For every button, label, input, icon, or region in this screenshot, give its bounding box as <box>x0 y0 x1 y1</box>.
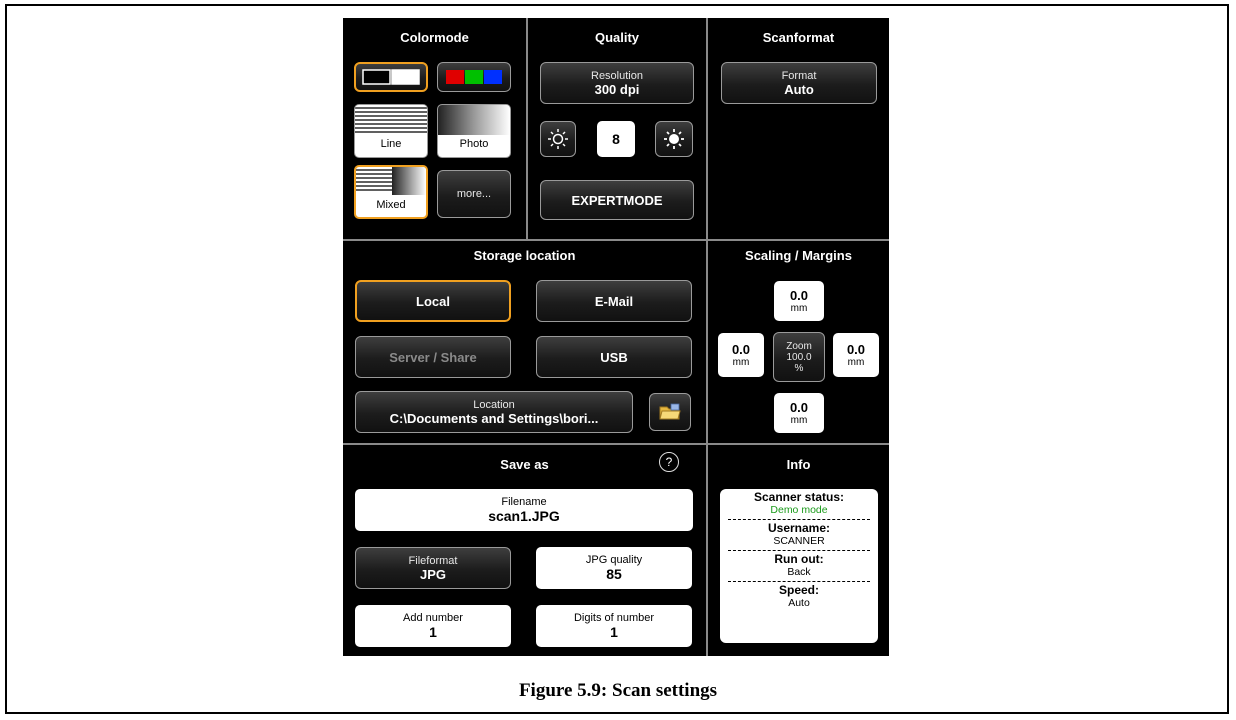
fileformat-button[interactable]: Fileformat JPG <box>355 547 511 589</box>
brightness-decrease-button[interactable] <box>540 121 576 157</box>
storage-local-button[interactable]: Local <box>355 280 511 322</box>
line-pattern-icon <box>355 105 427 135</box>
margin-bottom-value: 0.0 <box>789 400 809 415</box>
resolution-value: 300 dpi <box>594 81 640 97</box>
scanformat-title: Scanformat <box>762 30 835 45</box>
colormode-line-button[interactable]: Line <box>354 104 428 158</box>
margin-top-box[interactable]: 0.0 mm <box>774 281 824 321</box>
location-value: C:\Documents and Settings\bori... <box>389 410 599 426</box>
divider <box>343 443 889 445</box>
figure-caption: Figure 5.9: Scan settings <box>518 680 718 701</box>
expertmode-button[interactable]: EXPERTMODE <box>540 180 694 220</box>
info-separator <box>728 519 870 520</box>
location-label: Location <box>473 398 515 411</box>
storage-server-button[interactable]: Server / Share <box>355 336 511 378</box>
margin-left-box[interactable]: 0.0 mm <box>718 333 764 377</box>
filename-label: Filename <box>501 496 547 508</box>
margin-right-unit: mm <box>847 357 865 368</box>
resolution-label: Resolution <box>591 69 643 82</box>
filename-field[interactable]: Filename scan1.JPG <box>355 489 693 531</box>
sun-dim-icon <box>548 129 568 149</box>
storage-usb-button[interactable]: USB <box>536 336 692 378</box>
filename-value: scan1.JPG <box>488 508 560 524</box>
margin-left-unit: mm <box>732 357 750 368</box>
scaling-title: Scaling / Margins <box>745 248 852 263</box>
help-icon[interactable]: ? <box>659 452 679 472</box>
info-title: Info <box>786 457 811 472</box>
jpg-quality-field[interactable]: JPG quality 85 <box>536 547 692 589</box>
speed-value: Auto <box>788 597 810 609</box>
colormode-more-button[interactable]: more... <box>437 170 511 218</box>
jpg-quality-value: 85 <box>606 566 622 582</box>
colormode-color-button[interactable] <box>437 62 511 92</box>
quality-title: Quality <box>594 30 640 45</box>
storage-email-button[interactable]: E-Mail <box>536 280 692 322</box>
save-as-title: Save as <box>500 457 549 472</box>
more-label: more... <box>456 188 492 200</box>
photo-gradient-icon <box>438 105 510 135</box>
runout-value: Back <box>787 566 811 578</box>
line-label: Line <box>380 138 402 150</box>
divider <box>343 239 889 241</box>
margin-bottom-box[interactable]: 0.0 mm <box>774 393 824 433</box>
folder-icon <box>659 403 681 420</box>
rgb-swatch-icon <box>446 70 502 84</box>
margin-right-box[interactable]: 0.0 mm <box>833 333 879 377</box>
fileformat-label: Fileformat <box>408 554 458 567</box>
zoom-unit: % <box>794 362 804 374</box>
runout-label: Run out: <box>774 552 824 566</box>
colormode-bw-button[interactable] <box>354 62 428 92</box>
info-separator <box>728 550 870 551</box>
info-separator <box>728 581 870 582</box>
colormode-title: Colormode <box>400 30 469 45</box>
zoom-button[interactable]: Zoom 100.0 % <box>773 332 825 382</box>
storage-title: Storage location <box>473 248 576 263</box>
margin-left-value: 0.0 <box>731 342 751 357</box>
sun-bright-icon <box>664 129 684 149</box>
margin-top-value: 0.0 <box>789 288 809 303</box>
mixed-pattern-icon <box>356 167 426 195</box>
zoom-label: Zoom <box>786 340 812 352</box>
server-label: Server / Share <box>389 349 477 365</box>
digits-value: 1 <box>610 624 618 640</box>
jpg-quality-label: JPG quality <box>585 554 643 566</box>
format-label: Format <box>781 69 817 82</box>
digits-label: Digits of number <box>573 612 655 624</box>
brightness-increase-button[interactable] <box>655 121 693 157</box>
expertmode-label: EXPERTMODE <box>571 192 663 208</box>
divider <box>526 18 528 240</box>
photo-label: Photo <box>459 138 489 150</box>
info-box: Scanner status: Demo mode Username: SCAN… <box>720 489 878 643</box>
add-number-value: 1 <box>429 624 437 640</box>
bw-swatch-icon <box>362 69 420 85</box>
colormode-mixed-button[interactable]: Mixed <box>354 165 428 219</box>
fileformat-value: JPG <box>419 566 446 582</box>
add-number-field[interactable]: Add number 1 <box>355 605 511 647</box>
scanner-status-value: Demo mode <box>770 504 828 516</box>
local-label: Local <box>416 293 450 309</box>
brightness-value: 8 <box>612 131 620 147</box>
digits-number-field[interactable]: Digits of number 1 <box>536 605 692 647</box>
colormode-photo-button[interactable]: Photo <box>437 104 511 158</box>
margin-right-value: 0.0 <box>846 342 866 357</box>
resolution-button[interactable]: Resolution 300 dpi <box>540 62 694 104</box>
brightness-value-box: 8 <box>597 121 635 157</box>
margin-bottom-unit: mm <box>790 415 808 426</box>
add-number-label: Add number <box>403 612 463 624</box>
email-label: E-Mail <box>594 293 634 309</box>
scanner-status-label: Scanner status: <box>753 490 845 504</box>
location-button[interactable]: Location C:\Documents and Settings\bori.… <box>355 391 633 433</box>
format-button[interactable]: Format Auto <box>721 62 877 104</box>
margin-top-unit: mm <box>790 303 808 314</box>
speed-label: Speed: <box>778 583 819 597</box>
divider <box>706 18 708 656</box>
mixed-label: Mixed <box>376 199 406 211</box>
usb-label: USB <box>600 349 628 365</box>
zoom-value: 100.0 <box>786 351 812 363</box>
username-label: Username: <box>767 521 831 535</box>
browse-folder-button[interactable] <box>649 393 691 431</box>
username-value: SCANNER <box>773 535 825 547</box>
format-value: Auto <box>784 81 814 97</box>
